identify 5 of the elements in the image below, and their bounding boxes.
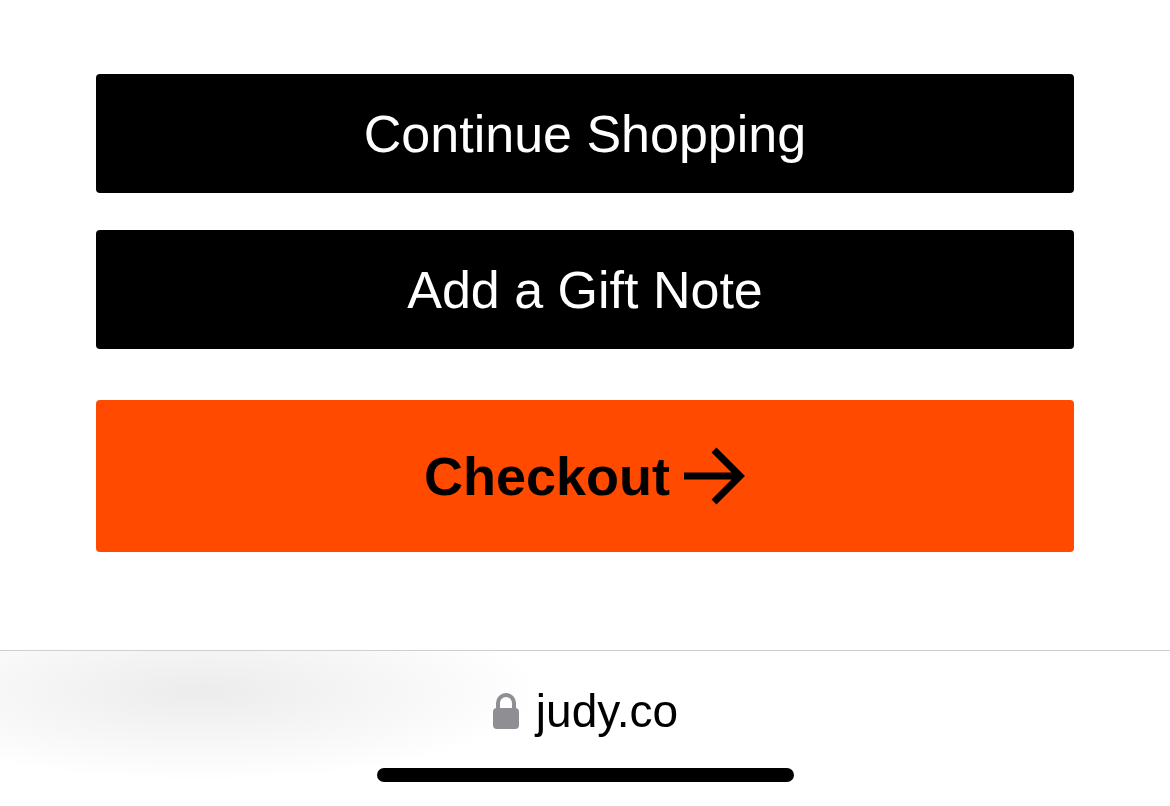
arrow-right-icon bbox=[682, 446, 746, 506]
cart-button[interactable]: Add a Gift Note bbox=[96, 230, 1074, 349]
url-domain[interactable]: judy.co bbox=[535, 684, 679, 738]
cart-button[interactable]: Continue Shopping bbox=[96, 74, 1074, 193]
checkout-button[interactable]: Checkout bbox=[96, 400, 1074, 552]
